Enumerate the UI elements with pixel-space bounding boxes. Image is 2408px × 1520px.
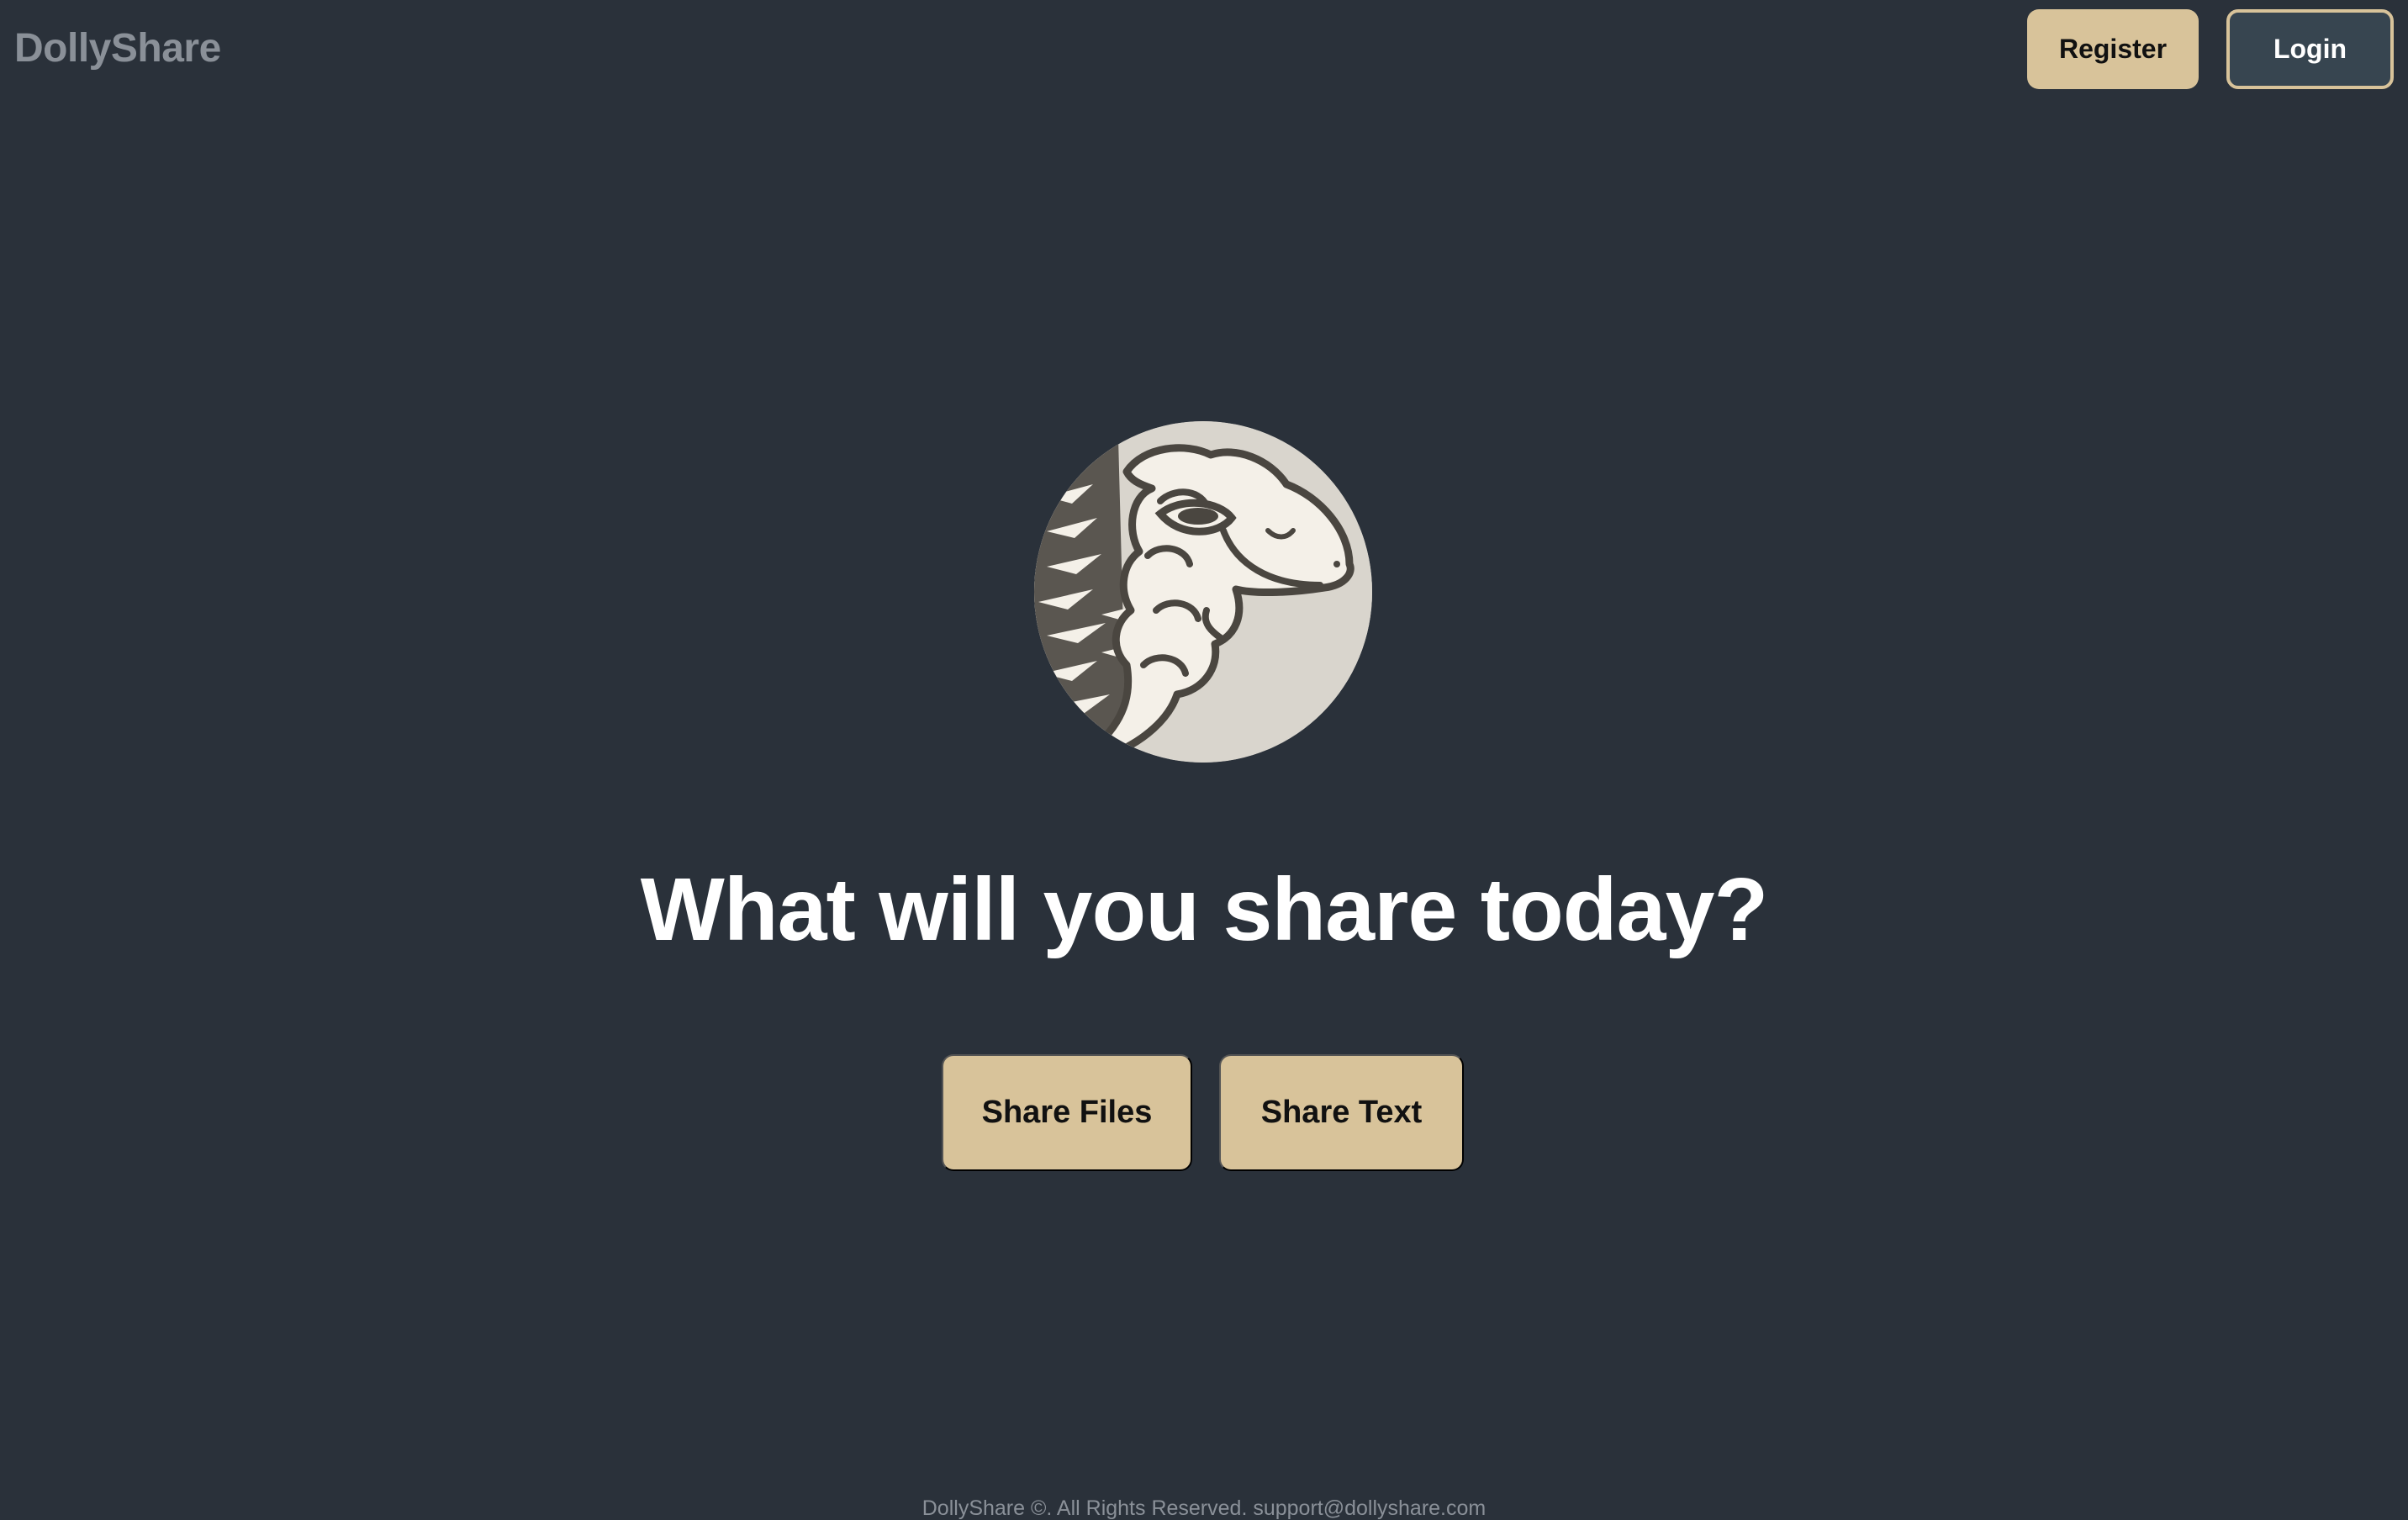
page-headline: What will you share today? [640, 860, 1768, 959]
share-text-button[interactable]: Share Text [1219, 1054, 1464, 1171]
register-button[interactable]: Register [2027, 9, 2199, 89]
share-files-button[interactable]: Share Files [942, 1054, 1192, 1171]
sheep-logo-icon [1034, 421, 1372, 763]
brand-logo-text[interactable]: DollyShare [14, 25, 221, 71]
footer-text: DollyShare ©. All Rights Reserved. suppo… [921, 1496, 1487, 1520]
login-button[interactable]: Login [2226, 9, 2394, 89]
